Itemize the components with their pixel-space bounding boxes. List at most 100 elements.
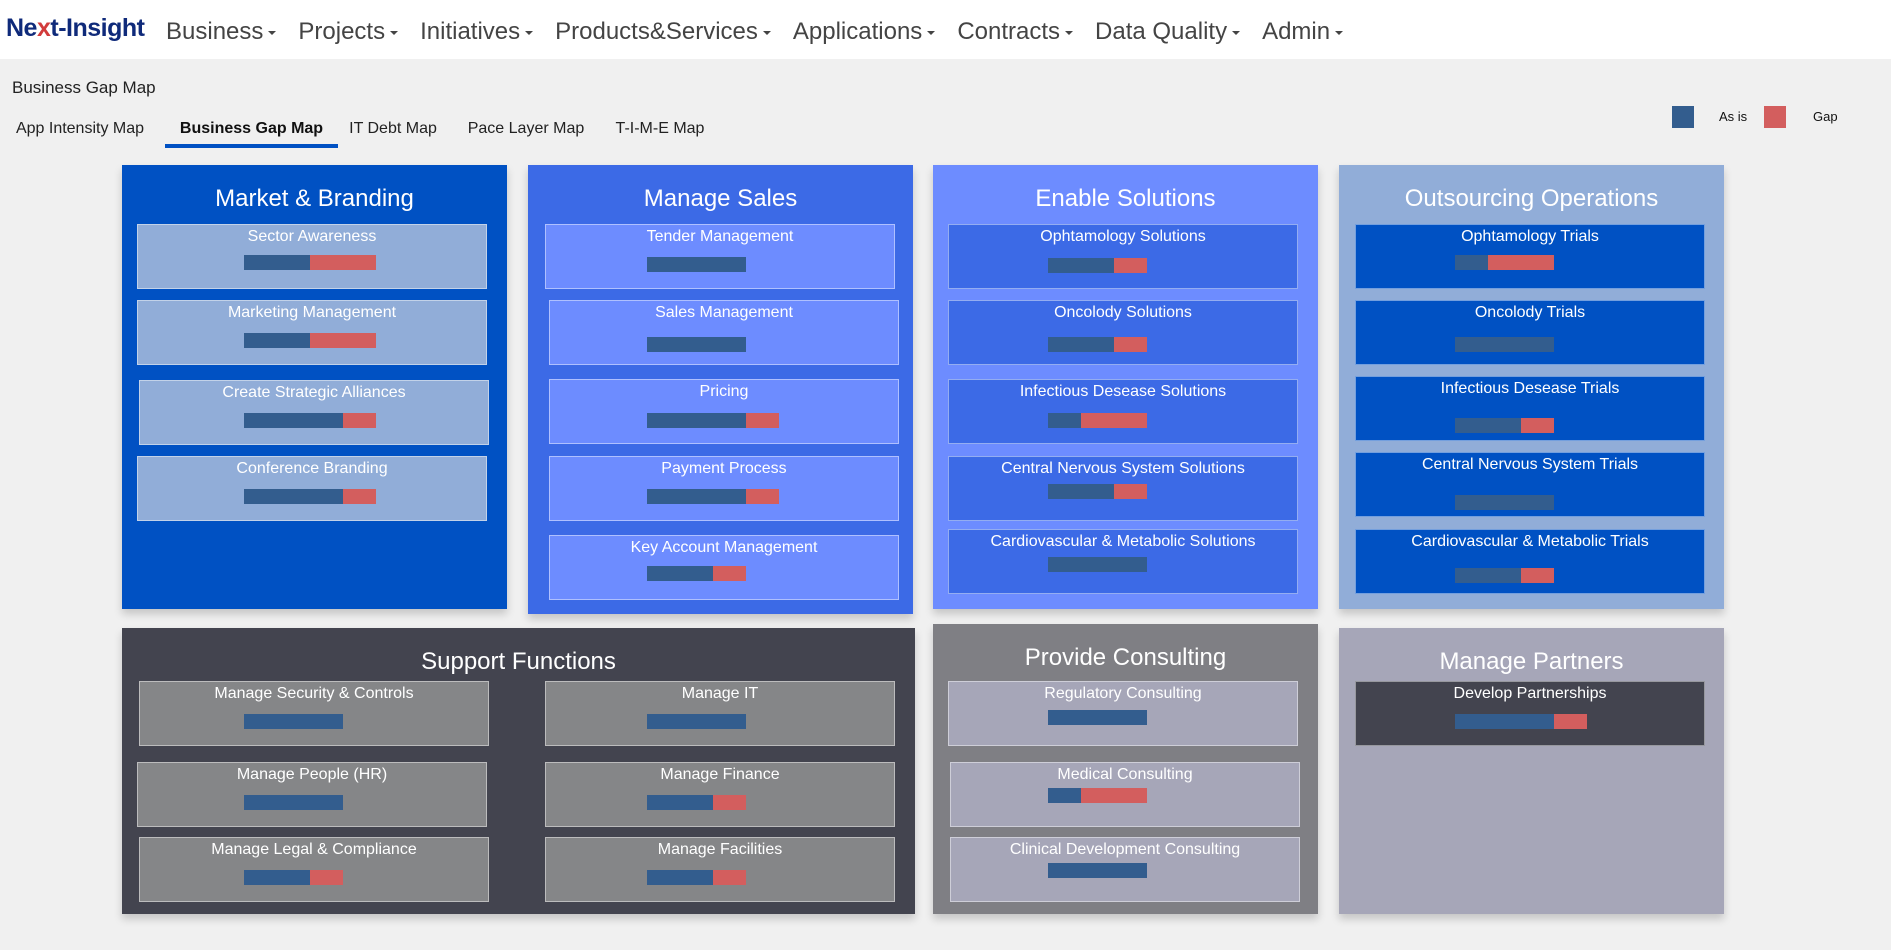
tab-app-intensity-map[interactable]: App Intensity Map xyxy=(6,114,154,148)
tab-it-debt-map[interactable]: IT Debt Map xyxy=(344,114,442,148)
capability-card[interactable]: Cardiovascular & Metabolic Trials xyxy=(1355,529,1705,594)
menu-initiatives[interactable]: Initiatives xyxy=(420,18,534,46)
capability-card[interactable]: Sector Awareness xyxy=(137,224,487,289)
capability-card[interactable]: Oncolody Solutions xyxy=(948,300,1298,365)
gap-bar xyxy=(244,333,376,348)
gap-bar xyxy=(1048,710,1147,725)
asis-segment xyxy=(244,870,310,885)
capability-card[interactable]: Marketing Management xyxy=(137,300,487,365)
menu-admin-label: Admin xyxy=(1262,18,1331,45)
gap-segment xyxy=(1081,788,1147,803)
capability-label: Infectious Desease Trials xyxy=(1440,380,1620,397)
capability-label: Manage Legal & Compliance xyxy=(211,841,417,858)
asis-segment xyxy=(244,255,310,270)
menu-projects-label: Projects xyxy=(298,18,386,45)
capability-card[interactable]: Conference Branding xyxy=(137,456,487,521)
asis-segment xyxy=(1455,337,1554,352)
group-manage-partners: Manage Partners Develop Partnerships xyxy=(1339,628,1724,914)
caret-down-icon xyxy=(762,31,771,35)
capability-card[interactable]: Key Account Management xyxy=(549,535,899,600)
capability-card[interactable]: Manage People (HR) xyxy=(137,762,487,827)
asis-segment xyxy=(244,489,343,504)
asis-segment xyxy=(244,714,343,729)
menu-projects[interactable]: Projects xyxy=(298,18,399,46)
capability-label: Key Account Management xyxy=(630,539,818,556)
tab-business-gap-map[interactable]: Business Gap Map xyxy=(165,114,338,148)
capability-card[interactable]: Develop Partnerships xyxy=(1355,681,1705,746)
capability-card[interactable]: Ophtamology Trials xyxy=(1355,224,1705,289)
asis-segment xyxy=(1455,568,1521,583)
capability-card[interactable]: Manage IT xyxy=(545,681,895,746)
gap-bar xyxy=(647,870,746,885)
capability-label: Develop Partnerships xyxy=(1453,685,1607,702)
menu-applications-label: Applications xyxy=(792,18,923,45)
capability-card[interactable]: Central Nervous System Trials xyxy=(1355,452,1705,517)
gap-bar xyxy=(1455,714,1587,729)
capability-card[interactable]: Manage Facilities xyxy=(545,837,895,902)
page-title: Business Gap Map xyxy=(12,78,156,97)
asis-segment xyxy=(647,413,746,428)
capability-card[interactable]: Manage Legal & Compliance xyxy=(139,837,489,902)
gap-bar xyxy=(647,413,779,428)
capability-card[interactable]: Central Nervous System Solutions xyxy=(948,456,1298,521)
capability-card[interactable]: Manage Security & Controls xyxy=(139,681,489,746)
asis-segment xyxy=(647,870,713,885)
gap-bar xyxy=(1048,557,1147,572)
capability-label: Manage Finance xyxy=(660,766,780,783)
group-title: Provide Consulting xyxy=(1024,644,1227,671)
gap-bar xyxy=(647,795,746,810)
gap-segment xyxy=(713,566,746,581)
menu-products-services[interactable]: Products&Services xyxy=(555,18,771,46)
asis-segment xyxy=(1048,337,1114,352)
asis-segment xyxy=(1048,413,1081,428)
capability-card[interactable]: Pricing xyxy=(549,379,899,444)
asis-segment xyxy=(647,714,746,729)
app-logo[interactable]: Next-Insight xyxy=(6,14,145,43)
capability-label: Ophtamology Trials xyxy=(1461,228,1599,245)
capability-label: Regulatory Consulting xyxy=(1044,685,1202,702)
capability-card[interactable]: Create Strategic Alliances xyxy=(139,380,489,445)
gap-segment xyxy=(1114,337,1147,352)
gap-segment xyxy=(1114,484,1147,499)
tab-pace-layer-map[interactable]: Pace Layer Map xyxy=(462,114,590,148)
gap-bar xyxy=(647,489,779,504)
tab-time-map[interactable]: T-I-M-E Map xyxy=(608,114,712,148)
capability-card[interactable]: Tender Management xyxy=(545,224,895,289)
menu-data-quality-label: Data Quality xyxy=(1095,18,1228,45)
asis-segment xyxy=(244,413,343,428)
asis-segment xyxy=(1048,557,1147,572)
asis-segment xyxy=(1455,255,1488,270)
capability-card[interactable]: Payment Process xyxy=(549,456,899,521)
capability-card[interactable]: Infectious Desease Trials xyxy=(1355,376,1705,441)
capability-card[interactable]: Infectious Desease Solutions xyxy=(948,379,1298,444)
asis-segment xyxy=(1455,714,1554,729)
capability-label: Sales Management xyxy=(655,304,793,321)
capability-card[interactable]: Cardiovascular & Metabolic Solutions xyxy=(948,529,1298,594)
capability-card[interactable]: Ophtamology Solutions xyxy=(948,224,1298,289)
group-support-functions: Support Functions Manage Security & Cont… xyxy=(122,628,915,914)
asis-segment xyxy=(1048,484,1114,499)
capability-card[interactable]: Clinical Development Consulting xyxy=(950,837,1300,902)
capability-card[interactable]: Medical Consulting xyxy=(950,762,1300,827)
capability-label: Oncolody Trials xyxy=(1474,304,1586,321)
gap-bar xyxy=(1048,258,1147,273)
asis-segment xyxy=(647,566,713,581)
capability-card[interactable]: Sales Management xyxy=(549,300,899,365)
menu-contracts[interactable]: Contracts xyxy=(957,18,1074,46)
capability-card[interactable]: Manage Finance xyxy=(545,762,895,827)
menu-admin[interactable]: Admin xyxy=(1262,18,1344,46)
gap-bar xyxy=(244,489,376,504)
capability-card[interactable]: Oncolody Trials xyxy=(1355,300,1705,365)
gap-segment xyxy=(713,870,746,885)
capability-card[interactable]: Regulatory Consulting xyxy=(948,681,1298,746)
menu-business[interactable]: Business xyxy=(166,18,277,46)
menu-initiatives-label: Initiatives xyxy=(420,18,521,45)
capability-label: Cardiovascular & Metabolic Solutions xyxy=(990,533,1256,550)
gap-segment xyxy=(310,255,376,270)
asis-segment xyxy=(647,337,746,352)
gap-bar xyxy=(1048,413,1147,428)
menu-data-quality[interactable]: Data Quality xyxy=(1095,18,1241,46)
caret-down-icon xyxy=(1065,31,1074,35)
menu-applications[interactable]: Applications xyxy=(792,18,936,46)
capability-label: Tender Management xyxy=(646,228,794,245)
